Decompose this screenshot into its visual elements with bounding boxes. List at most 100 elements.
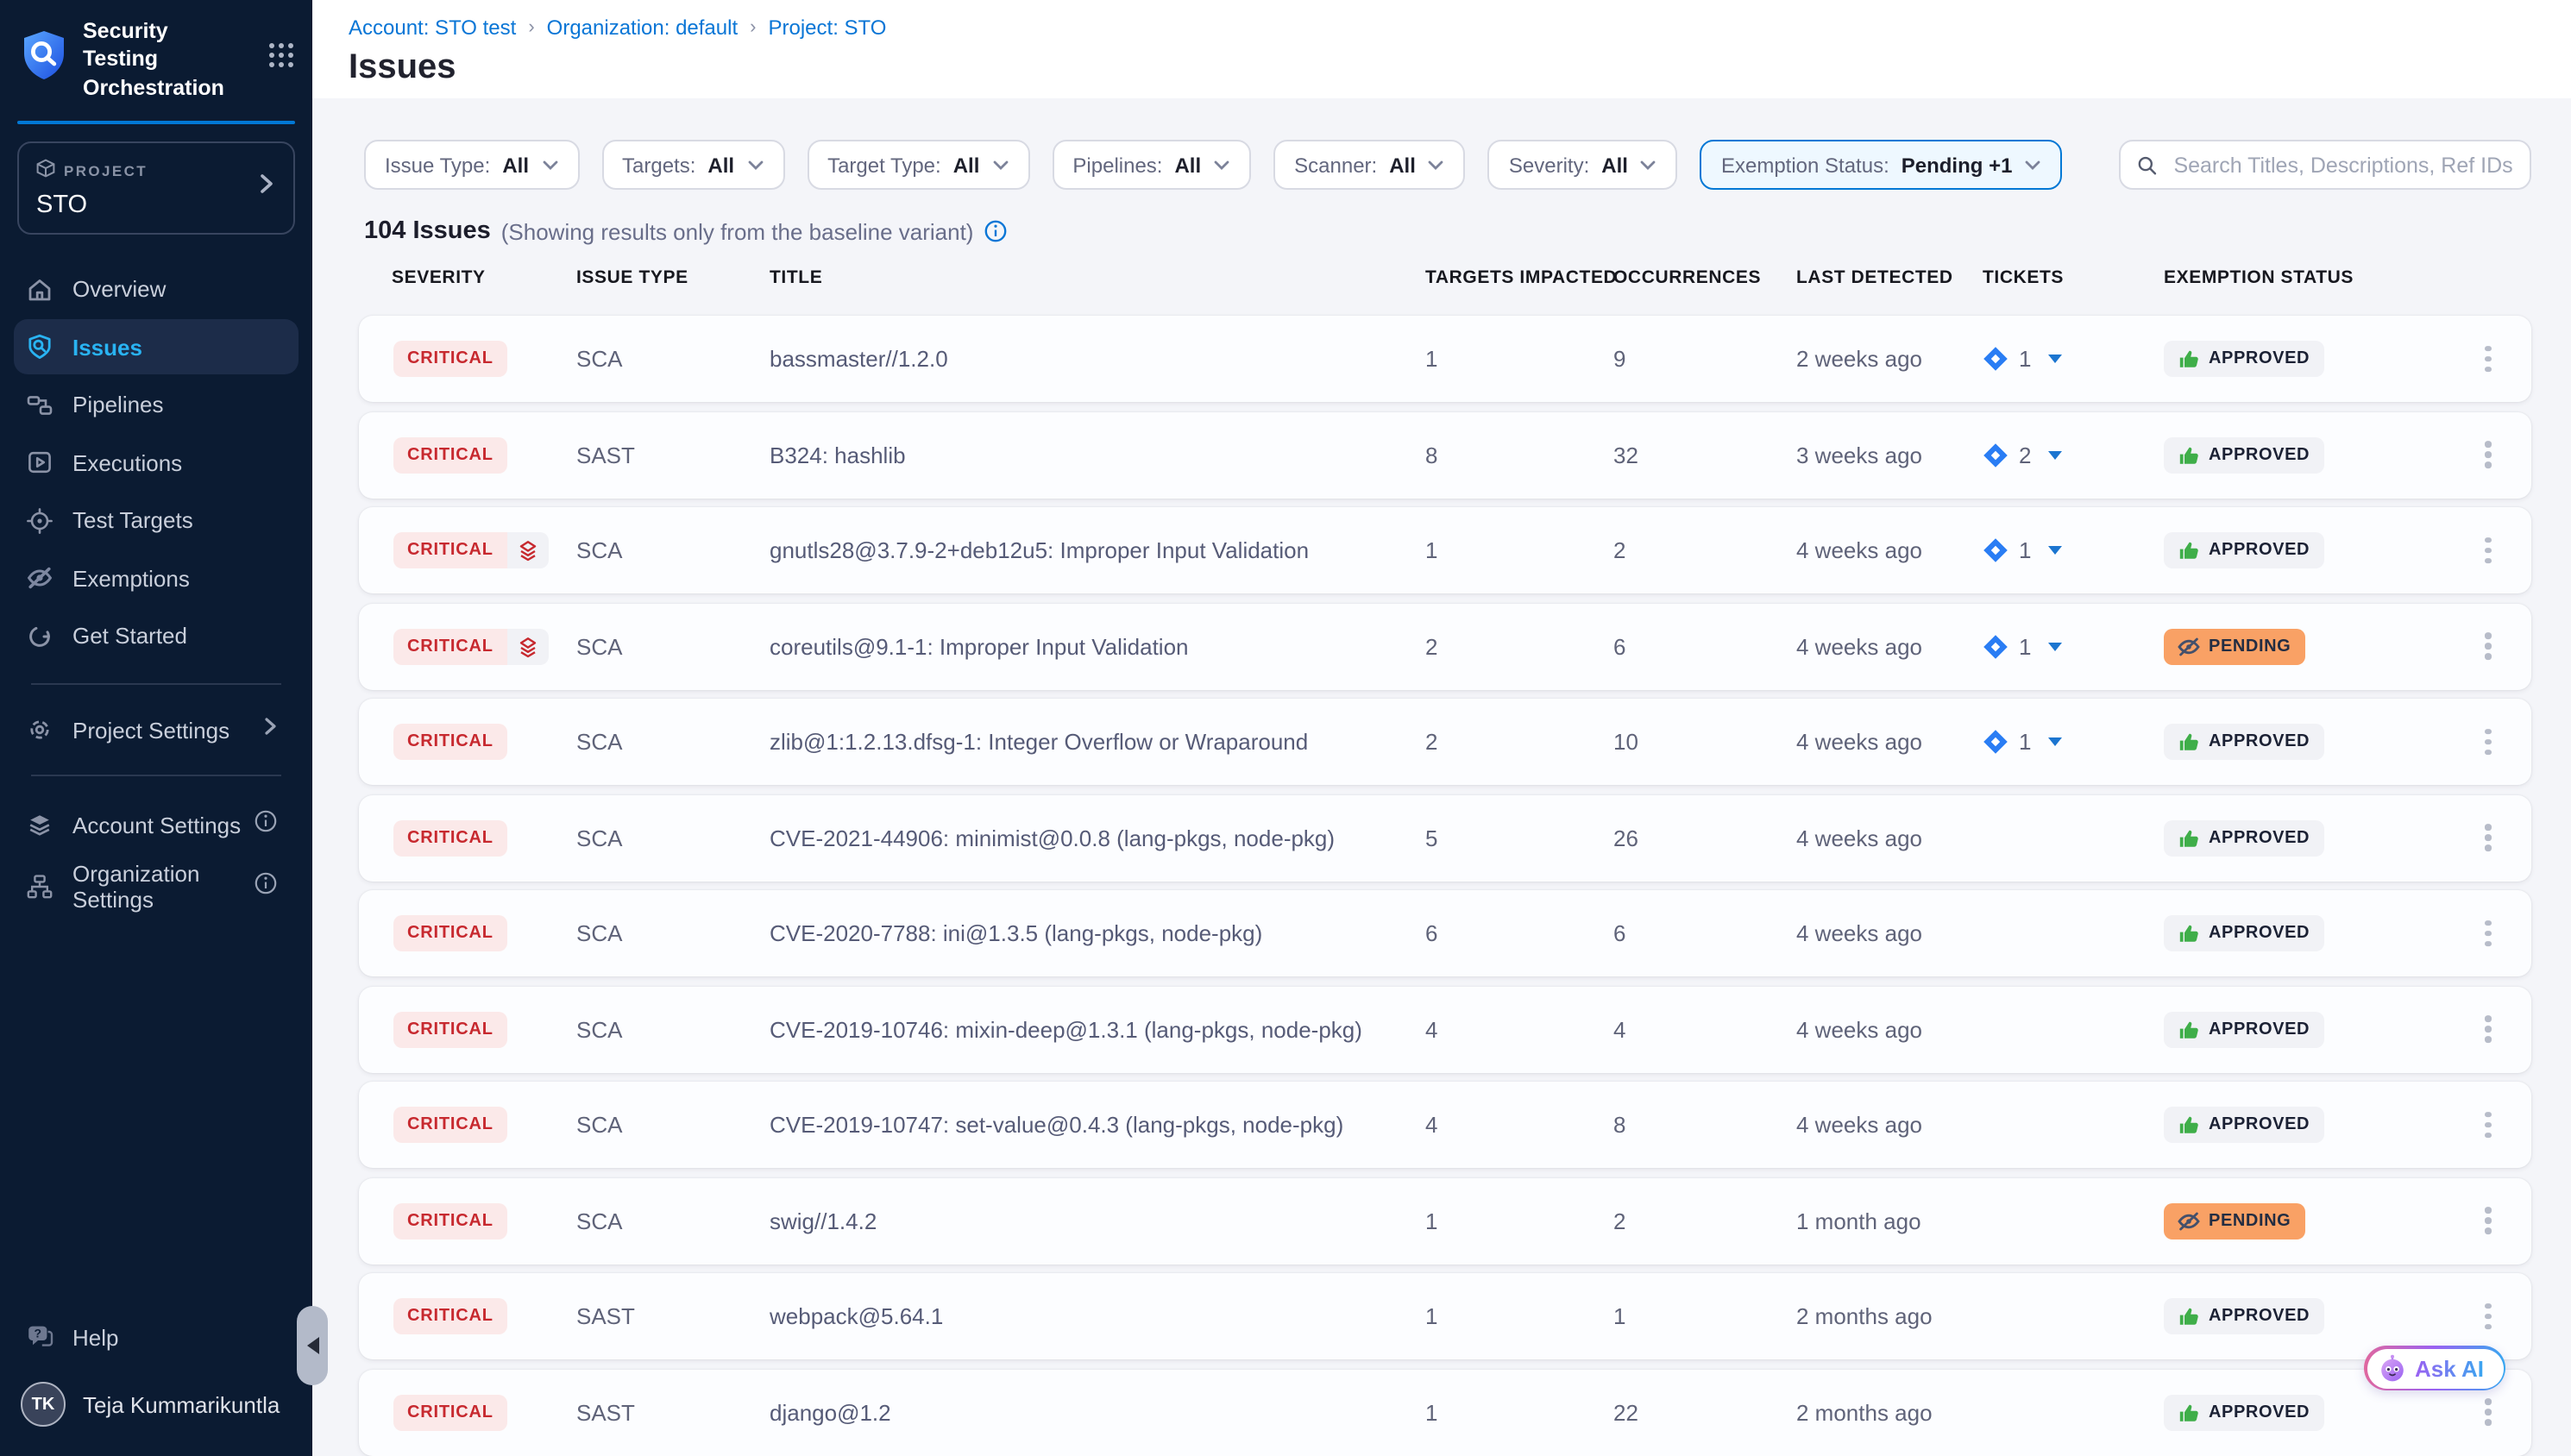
- issue-row[interactable]: CRITICAL SCA CVE-2021-44906: minimist@0.…: [359, 794, 2531, 881]
- issue-row[interactable]: CRITICAL SCA bassmaster//1.2.0 1 9 2 wee…: [359, 316, 2531, 402]
- main-content: Account: STO test › Organization: defaul…: [312, 0, 2571, 1456]
- row-menu-button[interactable]: [2474, 430, 2501, 480]
- eye-off-status-icon: [2178, 635, 2200, 657]
- filter-target-type[interactable]: Target Type: All: [807, 140, 1029, 190]
- row-menu-button[interactable]: [2474, 1196, 2501, 1246]
- row-menu-button[interactable]: [2474, 1291, 2501, 1341]
- ticket-cell[interactable]: 1: [1983, 537, 2062, 563]
- app-title: Security Testing Orchestration: [83, 17, 248, 102]
- chevron-down-icon: [541, 160, 558, 170]
- issue-type: SCA: [576, 1208, 622, 1233]
- module-grid-icon[interactable]: [267, 41, 295, 78]
- issue-row[interactable]: CRITICAL SAST B324: hashlib 8 32 3 weeks…: [359, 411, 2531, 498]
- sidebar-item-test-targets[interactable]: Test Targets: [14, 493, 299, 549]
- sidebar-item-overview[interactable]: Overview: [14, 262, 299, 317]
- issue-row[interactable]: CRITICAL SCA swig//1.4.2 1 2 1 month ago…: [359, 1177, 2531, 1264]
- collapse-arrow-icon: [306, 1337, 318, 1354]
- issue-row[interactable]: CRITICAL SAST django@1.2 1 22 2 months a…: [359, 1369, 2531, 1455]
- status-label: APPROVED: [2209, 349, 2310, 368]
- sidebar: Security Testing Orchestration: [0, 0, 312, 1456]
- header-last-detected: LAST DETECTED: [1796, 267, 1953, 288]
- cube-icon: [36, 156, 55, 187]
- sidebar-collapse-handle[interactable]: [297, 1306, 328, 1385]
- info-icon[interactable]: [254, 809, 278, 842]
- targets-impacted: 1: [1425, 1208, 1437, 1233]
- info-icon[interactable]: [984, 219, 1008, 243]
- row-menu-button[interactable]: [2474, 717, 2501, 767]
- occurrences: 4: [1613, 1016, 1625, 1042]
- issue-title: CVE-2019-10746: mixin-deep@1.3.1 (lang-p…: [770, 1016, 1362, 1042]
- ticket-caret-icon: [2048, 737, 2062, 746]
- sidebar-item-get-started[interactable]: Get Started: [14, 609, 299, 664]
- row-menu-button[interactable]: [2474, 813, 2501, 863]
- ticket-count: 1: [2019, 346, 2031, 372]
- issue-row[interactable]: CRITICAL SAST webpack@5.64.1 1 1 2 month…: [359, 1273, 2531, 1359]
- exemption-status-badge: APPROVED: [2164, 915, 2323, 951]
- chevron-right-icon: [257, 173, 276, 205]
- issue-row[interactable]: CRITICAL SCA CVE-2020-7788: ini@1.3.5 (l…: [359, 890, 2531, 976]
- sidebar-item-issues[interactable]: Issues: [14, 320, 299, 375]
- ticket-cell[interactable]: 1: [1983, 346, 2062, 372]
- ask-ai-button[interactable]: Ask AI: [2364, 1346, 2505, 1390]
- info-icon[interactable]: [254, 871, 278, 904]
- help-label: Help: [72, 1324, 119, 1350]
- executions-icon: [26, 449, 53, 477]
- filters-toolbar: Issue Type: All Targets: All Target Type…: [364, 140, 2531, 190]
- ticket-caret-icon: [2048, 642, 2062, 650]
- row-menu-button[interactable]: [2474, 1387, 2501, 1437]
- ask-ai-label: Ask AI: [2415, 1355, 2484, 1381]
- issue-title: gnutls28@3.7.9-2+deb12u5: Improper Input…: [770, 537, 1309, 563]
- filter-pipelines[interactable]: Pipelines: All: [1052, 140, 1251, 190]
- help-button[interactable]: ? Help: [0, 1308, 312, 1366]
- ticket-cell[interactable]: 1: [1983, 633, 2062, 659]
- search-icon: [2136, 153, 2158, 177]
- chevron-down-icon: [746, 160, 764, 170]
- sidebar-item-project-settings[interactable]: Project Settings: [14, 703, 299, 758]
- filter-exemption-status[interactable]: Exemption Status: Pending +1: [1700, 140, 2063, 190]
- filter-severity[interactable]: Severity: All: [1488, 140, 1678, 190]
- project-selector[interactable]: PROJECT STO: [17, 142, 295, 235]
- sidebar-item-executions[interactable]: Executions: [14, 436, 299, 491]
- ticket-cell[interactable]: 1: [1983, 729, 2062, 755]
- filter-issue-type[interactable]: Issue Type: All: [364, 140, 579, 190]
- issue-type: SCA: [576, 633, 622, 659]
- help-chat-icon: ?: [26, 1323, 53, 1351]
- row-menu-button[interactable]: [2474, 334, 2501, 384]
- header-tickets: TICKETS: [1983, 267, 2064, 288]
- target-icon: [26, 507, 53, 535]
- last-detected: 4 weeks ago: [1796, 537, 1922, 563]
- ticket-count: 1: [2019, 537, 2031, 563]
- page-title: Issues: [349, 48, 2571, 88]
- sidebar-item-exemptions[interactable]: Exemptions: [14, 551, 299, 606]
- issue-row[interactable]: CRITICAL SCA gnutls28@3.7.9-2+deb12u5: I…: [359, 507, 2531, 593]
- issue-row[interactable]: CRITICAL SCA CVE-2019-10746: mixin-deep@…: [359, 986, 2531, 1072]
- sidebar-item-account-settings[interactable]: Account Settings: [14, 798, 299, 853]
- exemption-status-badge: PENDING: [2164, 628, 2304, 664]
- exemption-status-badge: PENDING: [2164, 1202, 2304, 1239]
- search-input[interactable]: [2170, 151, 2516, 179]
- issue-row[interactable]: CRITICAL SCA coreutils@9.1-1: Improper I…: [359, 603, 2531, 689]
- row-menu-button[interactable]: [2474, 1100, 2501, 1150]
- breadcrumb-account[interactable]: Account: STO test: [349, 16, 516, 40]
- app-logo-shield-icon: [21, 29, 67, 90]
- row-menu-button[interactable]: [2474, 525, 2501, 575]
- breadcrumb-project[interactable]: Project: STO: [769, 16, 887, 40]
- severity-badge: CRITICAL: [393, 1298, 507, 1334]
- issue-row[interactable]: CRITICAL SCA zlib@1:1.2.13.dfsg-1: Integ…: [359, 699, 2531, 785]
- status-label: APPROVED: [2209, 732, 2310, 751]
- row-menu-button[interactable]: [2474, 1004, 2501, 1054]
- user-menu[interactable]: TK Teja Kummarikuntla: [0, 1366, 312, 1442]
- page-header: Account: STO test › Organization: defaul…: [312, 0, 2571, 98]
- filter-scanner[interactable]: Scanner: All: [1273, 140, 1466, 190]
- filter-targets[interactable]: Targets: All: [601, 140, 784, 190]
- last-detected: 2 months ago: [1796, 1303, 1933, 1329]
- sidebar-item-label: Test Targets: [72, 508, 193, 534]
- sidebar-item-pipelines[interactable]: Pipelines: [14, 378, 299, 433]
- breadcrumb-organization[interactable]: Organization: default: [547, 16, 739, 40]
- sidebar-item-organization-settings[interactable]: Organization Settings: [14, 860, 299, 915]
- ticket-cell[interactable]: 2: [1983, 442, 2062, 468]
- issue-row[interactable]: CRITICAL SCA CVE-2019-10747: set-value@0…: [359, 1082, 2531, 1168]
- eye-off-status-icon: [2178, 1209, 2200, 1232]
- row-menu-button[interactable]: [2474, 908, 2501, 958]
- row-menu-button[interactable]: [2474, 621, 2501, 671]
